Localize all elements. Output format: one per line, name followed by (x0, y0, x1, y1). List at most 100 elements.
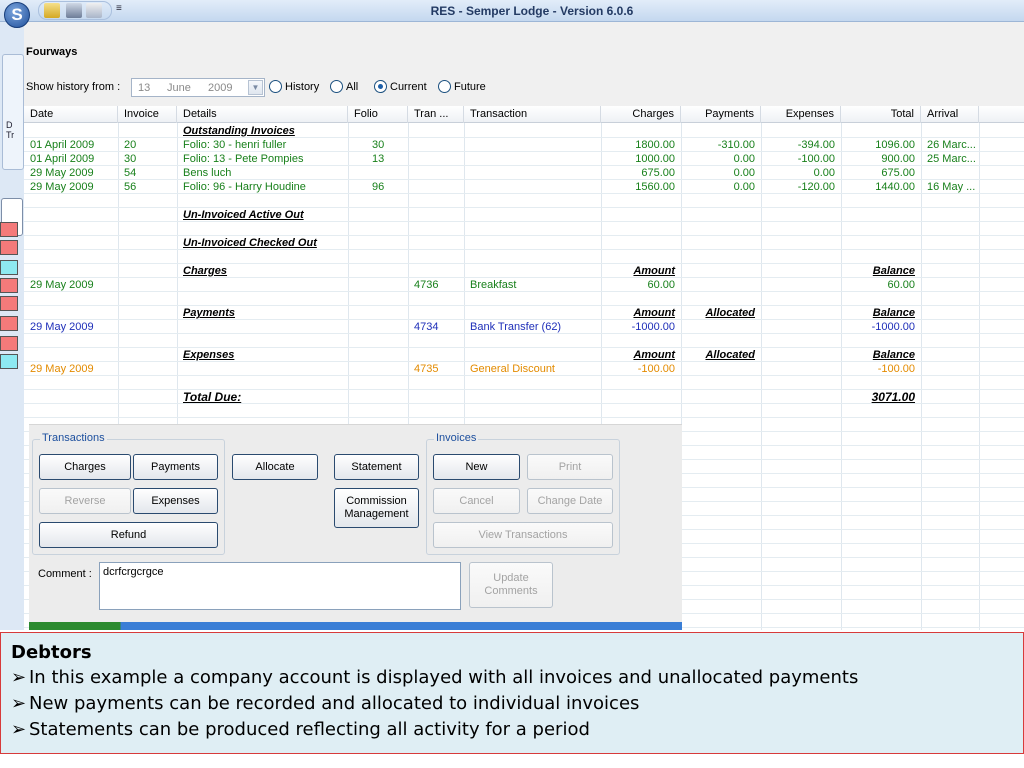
chevron-down-icon[interactable]: ▼ (248, 80, 263, 95)
invoice-row-4-expenses[interactable]: -120.00 (761, 180, 841, 194)
column-payments[interactable]: Payments (681, 106, 761, 123)
expense-row-tran[interactable]: 4735 (408, 362, 444, 376)
view-transactions-button[interactable]: View Transactions (433, 522, 613, 548)
invoice-row-2-folio[interactable]: 13 (366, 152, 390, 166)
column-arrival[interactable]: Arrival (921, 106, 979, 123)
radio-history-circle[interactable] (269, 80, 282, 93)
change-date-button[interactable]: Change Date (527, 488, 613, 514)
caption-line-3: ➢ Statements can be produced reflecting a… (11, 717, 1013, 743)
radio-all-circle[interactable] (330, 80, 343, 93)
invoice-row-2-invoice[interactable]: 30 (118, 152, 142, 166)
charge-row-balance[interactable]: 60.00 (841, 278, 921, 292)
allocate-button[interactable]: Allocate (232, 454, 318, 480)
invoice-row-4-total[interactable]: 1440.00 (841, 180, 921, 194)
invoice-row-2-details[interactable]: Folio: 13 - Pete Pompies (177, 152, 348, 166)
charge-row-transaction[interactable]: Breakfast (464, 278, 601, 292)
invoice-row-2-charges[interactable]: 1000.00 (601, 152, 681, 166)
charge-row-tran[interactable]: 4736 (408, 278, 444, 292)
total-due-value: 3071.00 (871, 390, 915, 404)
charge-row-amount[interactable]: 60.00 (601, 278, 681, 292)
payment-row-balance[interactable]: -1000.00 (841, 320, 921, 334)
payment-row-amount[interactable]: -1000.00 (601, 320, 681, 334)
charge-row-date[interactable]: 29 May 2009 (24, 278, 118, 292)
commission-management-button[interactable]: Commission Management (334, 488, 419, 528)
app-menu-button[interactable]: S (4, 2, 30, 28)
invoice-row-4-charges[interactable]: 1560.00 (601, 180, 681, 194)
invoice-row-1-date[interactable]: 01 April 2009 (24, 138, 118, 152)
charges-button[interactable]: Charges (39, 454, 131, 480)
comment-textarea[interactable]: dcrfcrgcrgce (99, 562, 461, 610)
expense-row-date[interactable]: 29 May 2009 (24, 362, 118, 376)
invoice-row-3-details[interactable]: Bens luch (177, 166, 348, 180)
payment-row-transaction[interactable]: Bank Transfer (62) (464, 320, 601, 334)
invoice-row-3-payments[interactable]: 0.00 (681, 166, 761, 180)
invoice-row-4-arrival[interactable]: 16 May ... (921, 180, 979, 194)
column-total[interactable]: Total (841, 106, 921, 123)
expense-row-transaction[interactable]: General Discount (464, 362, 601, 376)
payments-balance-header: Balance (872, 307, 915, 319)
expenses-balance-header: Balance (872, 349, 915, 361)
column-details[interactable]: Details (177, 106, 348, 123)
section-outstanding-invoices: Outstanding Invoices (183, 125, 295, 137)
title-bar: S ≡ RES - Semper Lodge - Version 6.0.6 (0, 0, 1024, 28)
print-invoice-button[interactable]: Print (527, 454, 613, 480)
payment-row-date[interactable]: 29 May 2009 (24, 320, 118, 334)
invoice-row-1-folio[interactable]: 30 (366, 138, 390, 152)
column-charges[interactable]: Charges (601, 106, 681, 123)
history-date-picker[interactable]: 13 June 2009 ▼ (131, 78, 265, 97)
expense-row-amount[interactable]: -100.00 (601, 362, 681, 376)
invoice-row-4-details[interactable]: Folio: 96 - Harry Houdine (177, 180, 348, 194)
invoice-row-1-invoice[interactable]: 20 (118, 138, 142, 152)
invoice-row-2-expenses[interactable]: -100.00 (761, 152, 841, 166)
invoice-row-1-payments[interactable]: -310.00 (681, 138, 761, 152)
update-comments-button[interactable]: Update Comments (469, 562, 553, 608)
refund-button[interactable]: Refund (39, 522, 218, 548)
column-date[interactable]: Date (24, 106, 118, 123)
new-invoice-button[interactable]: New (433, 454, 520, 480)
invoice-row-4-date[interactable]: 29 May 2009 (24, 180, 118, 194)
background-swatch (0, 296, 18, 311)
column-folio[interactable]: Folio (348, 106, 408, 123)
filter-all-radio[interactable]: All (330, 80, 358, 93)
invoice-row-2-total[interactable]: 900.00 (841, 152, 921, 166)
arrow-bullet-icon: ➢ (11, 693, 27, 714)
column-expenses[interactable]: Expenses (761, 106, 841, 123)
section-uninvoiced-active: Un-Invoiced Active Out (183, 209, 304, 221)
invoice-row-4-invoice[interactable]: 56 (118, 180, 142, 194)
invoice-row-2-arrival[interactable]: 25 Marc... (921, 152, 979, 166)
radio-current-circle[interactable] (374, 80, 387, 93)
invoice-row-4-folio[interactable]: 96 (366, 180, 390, 194)
invoice-row-2-payments[interactable]: 0.00 (681, 152, 761, 166)
invoice-row-1-details[interactable]: Folio: 30 - henri fuller (177, 138, 348, 152)
invoice-row-1-arrival[interactable]: 26 Marc... (921, 138, 979, 152)
filter-future-radio[interactable]: Future (438, 80, 486, 93)
grid-row-line (24, 249, 1024, 250)
invoice-row-2-date[interactable]: 01 April 2009 (24, 152, 118, 166)
cancel-invoice-button[interactable]: Cancel (433, 488, 520, 514)
column-tran[interactable]: Tran ... (408, 106, 464, 123)
background-ribbon-button[interactable] (2, 54, 24, 170)
invoice-row-3-total[interactable]: 675.00 (841, 166, 921, 180)
action-panel: Transactions Charges Payments Allocate S… (29, 424, 682, 630)
invoice-row-1-charges[interactable]: 1800.00 (601, 138, 681, 152)
expenses-button[interactable]: Expenses (133, 488, 218, 514)
invoice-row-1-total[interactable]: 1096.00 (841, 138, 921, 152)
column-invoice[interactable]: Invoice (118, 106, 177, 123)
radio-future-circle[interactable] (438, 80, 451, 93)
invoice-row-3-invoice[interactable]: 54 (118, 166, 142, 180)
payment-row-tran[interactable]: 4734 (408, 320, 444, 334)
invoice-row-3-date[interactable]: 29 May 2009 (24, 166, 118, 180)
invoice-row-4-payments[interactable]: 0.00 (681, 180, 761, 194)
filter-history-radio[interactable]: History (269, 80, 319, 93)
reverse-button[interactable]: Reverse (39, 488, 131, 514)
filter-current-radio[interactable]: Current (374, 80, 427, 93)
invoice-row-3-expenses[interactable]: 0.00 (761, 166, 841, 180)
statement-button[interactable]: Statement (334, 454, 419, 480)
invoice-row-1-expenses[interactable]: -394.00 (761, 138, 841, 152)
payments-button[interactable]: Payments (133, 454, 218, 480)
expense-row-balance[interactable]: -100.00 (841, 362, 921, 376)
invoice-row-3-charges[interactable]: 675.00 (601, 166, 681, 180)
column-transaction[interactable]: Transaction (464, 106, 601, 123)
caption-line-1: ➢ In this example a company account is di… (11, 665, 1013, 691)
caption-title: Debtors (11, 642, 92, 663)
